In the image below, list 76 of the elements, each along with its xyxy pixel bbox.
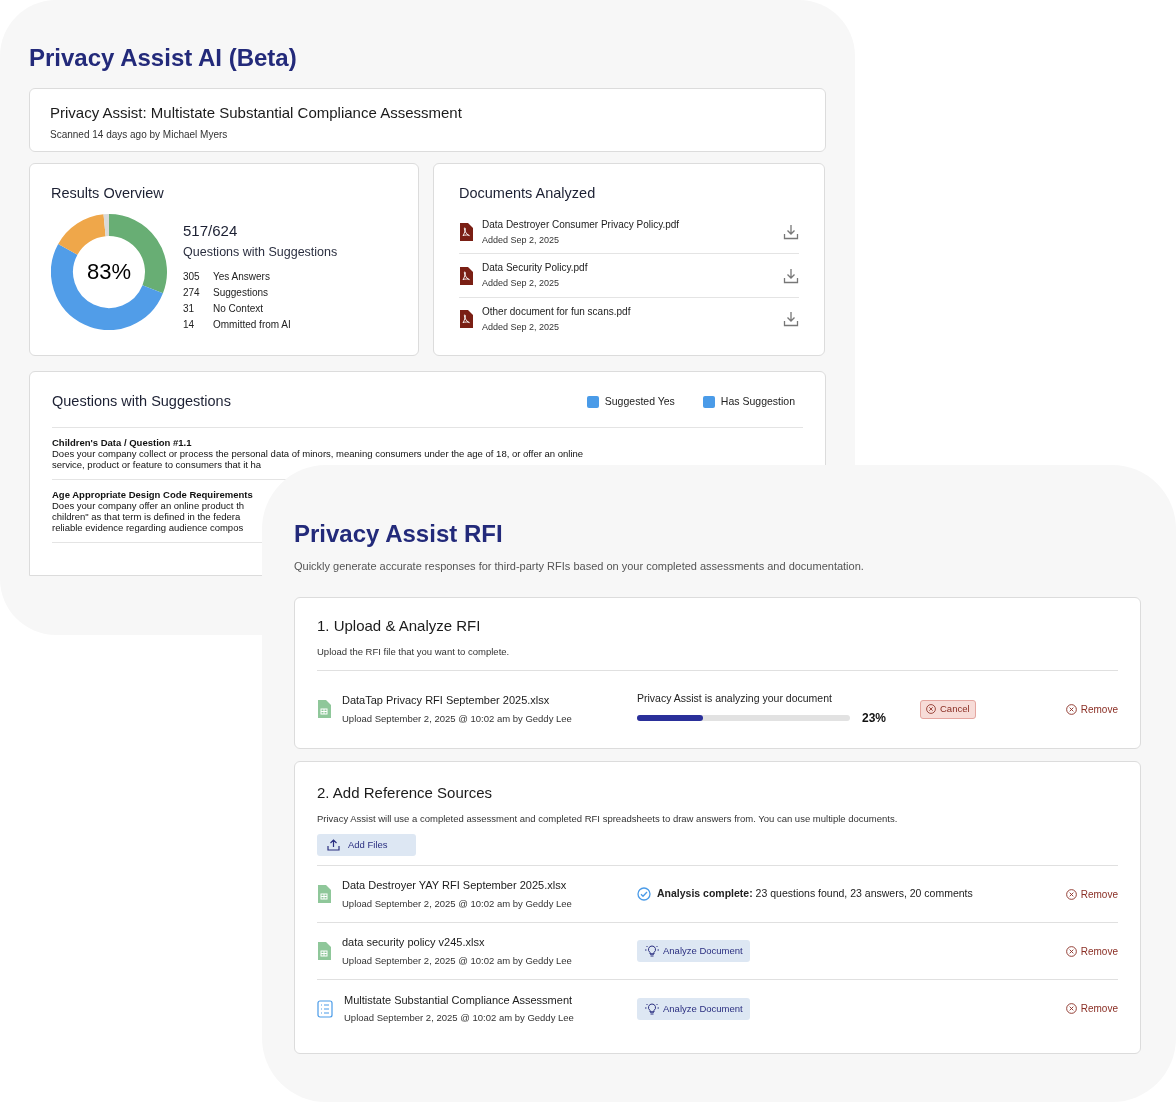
file-name: Data Destroyer YAY RFI September 2025.xlsx (342, 878, 568, 894)
progress-percent: 23% (862, 710, 887, 728)
document-date: Added Sep 2, 2025 (482, 320, 561, 334)
question-heading: Age Appropriate Design Code Requirements (52, 489, 253, 500)
remove-button[interactable]: Remove (1065, 886, 1118, 902)
stat-label: No Context (213, 302, 264, 316)
spreadsheet-file-icon (317, 700, 331, 719)
remove-button[interactable]: Remove (1065, 1001, 1118, 1017)
section-description: Upload the RFI file that you want to complete. (317, 645, 1118, 672)
lightbulb-icon (644, 1001, 660, 1016)
question-text: Does your company offer an online product th (52, 500, 245, 511)
progress-label: Privacy Assist is analyzing your document (637, 691, 833, 707)
stat-count: 14 (183, 318, 196, 332)
assessment-title: Privacy Assist: Multistate Substantial Compliance Assessment (50, 103, 463, 123)
question-text: service, product or feature to consumers that it ha (52, 459, 262, 470)
close-circle-icon (1065, 703, 1077, 715)
close-circle-icon (1065, 888, 1077, 900)
file-name: DataTap Privacy RFI September 2025.xlsx (342, 693, 551, 709)
question-text: children" as that term is defined in the federa (52, 511, 241, 522)
pdf-file-icon (459, 266, 473, 285)
spreadsheet-file-icon (317, 942, 331, 961)
stat-count: 31 (183, 302, 196, 316)
upload-icon (327, 839, 340, 852)
file-name: Multistate Substantial Compliance Assessment (344, 992, 574, 1008)
stat-count: 305 (183, 270, 201, 284)
analyze-document-button[interactable]: Analyze Document (637, 940, 750, 963)
cancel-button[interactable]: Cancel (920, 699, 976, 719)
download-icon[interactable] (783, 267, 799, 284)
section-title: 2. Add Reference Sources (317, 782, 494, 803)
upload-info: Upload September 2, 2025 @ 10:02 am by Geddy Lee (342, 953, 572, 968)
analysis-status: Analysis complete: 23 questions found, 23 answers, 20 comments (657, 886, 973, 902)
pdf-file-icon (459, 310, 473, 328)
remove-button[interactable]: Remove (1065, 701, 1118, 717)
stat-label: Ommitted from AI (213, 318, 291, 332)
card-title: Documents Analyzed (459, 184, 597, 203)
question-text: reliable evidence regarding audience compos (52, 522, 244, 533)
legend-label: Has Suggestion (720, 393, 795, 409)
document-name[interactable]: Data Security Policy.pdf (482, 260, 774, 276)
page-subtitle: Quickly generate accurate responses for third-party RFIs based on your completed assessments and documentation. (294, 559, 865, 574)
section-title: Questions with Suggestions (52, 391, 231, 411)
stat-label: Yes Answers (213, 270, 270, 284)
section-description: Privacy Assist will use a completed assessment and completed RFI spreadsheets to draw answers from. You can use multiple documents. (317, 812, 899, 826)
upload-info: Upload September 2, 2025 @ 10:02 am by Geddy Lee (342, 896, 572, 911)
download-icon[interactable] (783, 224, 799, 240)
close-circle-icon (1065, 1003, 1077, 1015)
remove-button[interactable]: Remove (1065, 943, 1118, 959)
document-date: Added Sep 2, 2025 (482, 277, 561, 291)
question-heading: Children's Data / Question #1.1 (52, 437, 192, 448)
pdf-file-icon (459, 223, 473, 241)
section-title: 1. Upload & Analyze RFI (317, 615, 482, 636)
lightbulb-icon (644, 944, 660, 959)
document-name[interactable]: Data Destroyer Consumer Privacy Policy.pdf (482, 216, 774, 232)
upload-info: Upload September 2, 2025 @ 10:02 am by Geddy Lee (342, 711, 572, 726)
close-circle-icon (1065, 945, 1077, 957)
upload-info: Upload September 2, 2025 @ 10:02 am by Geddy Lee (344, 1011, 574, 1026)
scan-info: Scanned 14 days ago by Michael Myers (50, 128, 229, 142)
stat-label: Suggestions (213, 286, 269, 300)
download-icon[interactable] (783, 311, 799, 327)
add-files-button[interactable]: Add Files (317, 834, 416, 857)
card-title: Results Overview (51, 184, 165, 203)
checklist-icon (317, 999, 333, 1018)
question-text: Does your company collect or process the personal data of minors, meaning consumers under the age of 18, or offer an online (52, 448, 584, 459)
file-name: data security policy v245.xlsx (342, 935, 486, 951)
check-circle-icon (637, 887, 651, 902)
ratio-label: Questions with Suggestions (183, 244, 338, 262)
document-date: Added Sep 2, 2025 (482, 233, 561, 247)
page-title: Privacy Assist AI (Beta) (29, 43, 298, 73)
spreadsheet-file-icon (317, 885, 331, 904)
page-title: Privacy Assist RFI (294, 519, 504, 549)
ratio-value: 517/624 (183, 220, 239, 241)
close-circle-icon (926, 704, 936, 715)
legend-label: Suggested Yes (604, 393, 675, 409)
document-name[interactable]: Other document for fun scans.pdf (482, 303, 774, 319)
analyze-document-button[interactable]: Analyze Document (637, 997, 750, 1020)
percent-value: 83% (86, 258, 131, 287)
stat-count: 274 (183, 286, 201, 300)
